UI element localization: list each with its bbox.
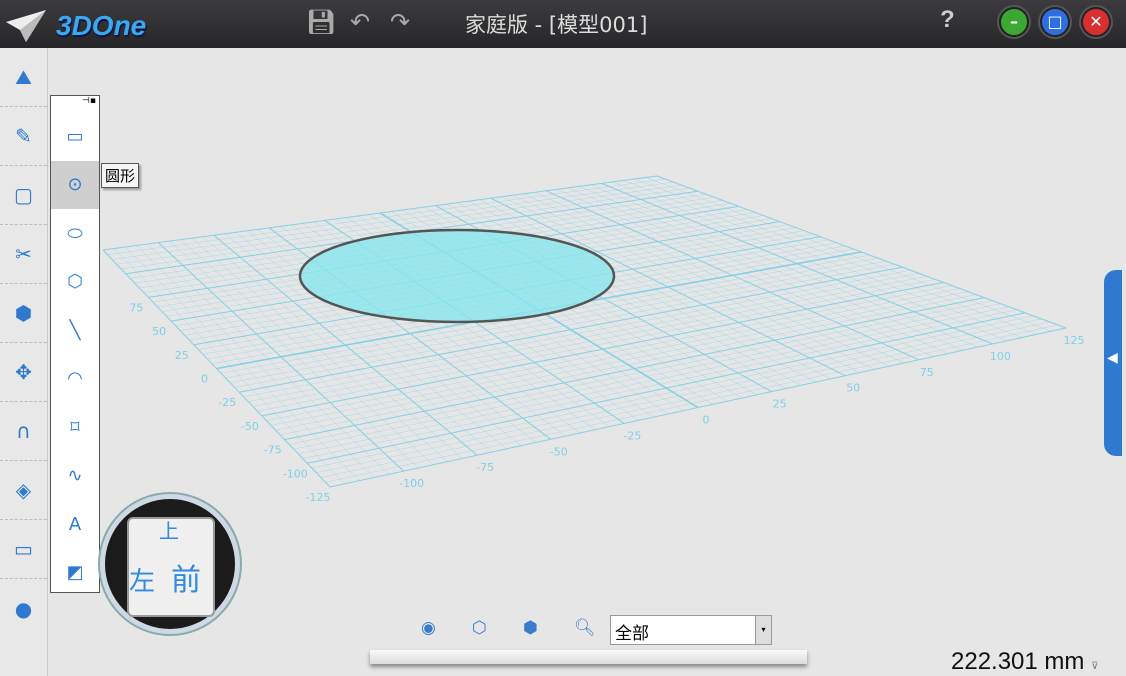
minimize-button[interactable]: – — [999, 7, 1029, 37]
grid-line — [656, 175, 1067, 329]
grid-line — [623, 180, 1022, 338]
bottom-bar — [370, 650, 807, 664]
sketch-edit-button[interactable]: ▢ — [0, 166, 47, 225]
pin-icon[interactable]: ⊣▪ — [51, 96, 99, 112]
axis-label-y: -75 — [264, 444, 282, 457]
special-modeling-button[interactable]: ◈ — [0, 461, 47, 520]
ellipse-tool[interactable]: ⬭ — [51, 209, 99, 258]
axis-label-x: 125 — [1064, 334, 1085, 347]
fillet-tool[interactable]: ⌑ — [51, 403, 99, 452]
combine-button[interactable]: ∩ — [0, 402, 47, 461]
logo-text: 3DOne — [56, 10, 147, 41]
grid-line — [645, 177, 1052, 332]
axis-label-y: -125 — [306, 491, 331, 504]
title-bar: 3DOne 💾︎ ↶ ↷ 家庭版 - [模型001] ? – □ ✕ — [0, 0, 1126, 48]
wireframe-cube-icon[interactable]: ⬡ — [472, 618, 487, 638]
view-cube[interactable]: 上 左 前 — [100, 494, 240, 634]
axis-label-x: -75 — [476, 461, 494, 474]
special-function-button[interactable]: ✂ — [0, 225, 47, 284]
cube-front-face[interactable]: 前 — [171, 555, 201, 599]
axis-label-x: -50 — [550, 445, 568, 458]
chevron-left-icon: ◀ — [1107, 350, 1118, 366]
text-tool[interactable]: A — [51, 500, 99, 549]
maximize-button[interactable]: □ — [1040, 7, 1070, 37]
cube-top-face[interactable]: 上 — [159, 515, 179, 544]
line-tool[interactable]: ╲ — [51, 306, 99, 355]
undo-icon[interactable]: ↶ — [350, 8, 370, 36]
polygon-tool[interactable]: ⬡ — [51, 258, 99, 307]
axis-label-y: -100 — [283, 467, 308, 480]
measure-readout: 222.301 mm ⊽ — [951, 648, 1098, 676]
filter-value: 全部 — [615, 624, 649, 644]
axis-label-y: 50 — [152, 325, 166, 338]
sketch-draw-button[interactable]: ✎ — [0, 107, 47, 166]
unit-toggle-icon[interactable]: ⊽ — [1091, 661, 1098, 672]
sketch-circle[interactable] — [298, 228, 616, 324]
cube[interactable]: 上 左 前 — [127, 517, 215, 617]
dropdown-arrow-icon[interactable]: ▾ — [755, 616, 771, 644]
basic-solid-button[interactable]: ⛰ — [0, 48, 47, 107]
axis-label-y: -50 — [241, 420, 259, 433]
save-icon[interactable]: 💾︎ — [306, 8, 336, 36]
tooltip: 圆形 — [101, 163, 140, 188]
close-button[interactable]: ✕ — [1081, 7, 1111, 37]
axis-label-x: 25 — [773, 398, 787, 411]
window-title: 家庭版 - [模型001] — [465, 13, 648, 37]
help-button[interactable]: ? — [940, 6, 955, 34]
move-button[interactable]: ✥ — [0, 343, 47, 402]
filter-select[interactable]: 全部 ▾ — [610, 615, 772, 645]
solid-cube-icon[interactable]: ⬢ — [523, 618, 538, 638]
axis-label-x: 75 — [920, 366, 934, 379]
paper-plane-icon — [6, 10, 46, 42]
axis-label-x: -25 — [623, 429, 641, 442]
right-panel-toggle[interactable]: ◀ — [1104, 270, 1122, 456]
measure-value: 222.301 mm — [951, 648, 1085, 675]
axis-label-y: -25 — [218, 396, 236, 409]
axis-label-y: 75 — [129, 301, 143, 314]
app-logo[interactable]: 3DOne — [4, 8, 146, 44]
axis-label-x: 0 — [703, 414, 710, 427]
measure-button[interactable]: ▭ — [0, 520, 47, 579]
sketch-flyout: ⊣▪ ▭ ⊙ ⬭ ⬡ ╲ ◠ ⌑ ∿ A ◩ — [50, 95, 100, 593]
feature-modeling-button[interactable]: ⬢ — [0, 284, 47, 343]
axis-label-x: -100 — [399, 477, 424, 490]
left-toolbar: ⛰ ✎ ▢ ✂ ⬢ ✥ ∩ ◈ ▭ ● — [0, 48, 48, 676]
reference-tool[interactable]: ◩ — [51, 549, 99, 598]
rectangle-tool[interactable]: ▭ — [51, 112, 99, 161]
redo-icon[interactable]: ↷ — [390, 8, 410, 36]
axis-label-x: 100 — [990, 350, 1011, 363]
material-render-button[interactable]: ● — [0, 579, 47, 638]
axis-label-x: 50 — [846, 382, 860, 395]
axis-label-y: 25 — [175, 349, 189, 362]
arc-tool[interactable]: ◠ — [51, 355, 99, 404]
axis-label-y: 0 — [201, 373, 208, 386]
spline-tool[interactable]: ∿ — [51, 452, 99, 501]
zoom-search-icon[interactable]: 🔍︎ — [574, 618, 596, 638]
cube-left-face[interactable]: 左 — [129, 561, 155, 598]
circle-tool[interactable]: ⊙ — [51, 160, 99, 209]
eye-icon[interactable]: ◉ — [421, 618, 436, 638]
grid-line — [612, 181, 1008, 341]
